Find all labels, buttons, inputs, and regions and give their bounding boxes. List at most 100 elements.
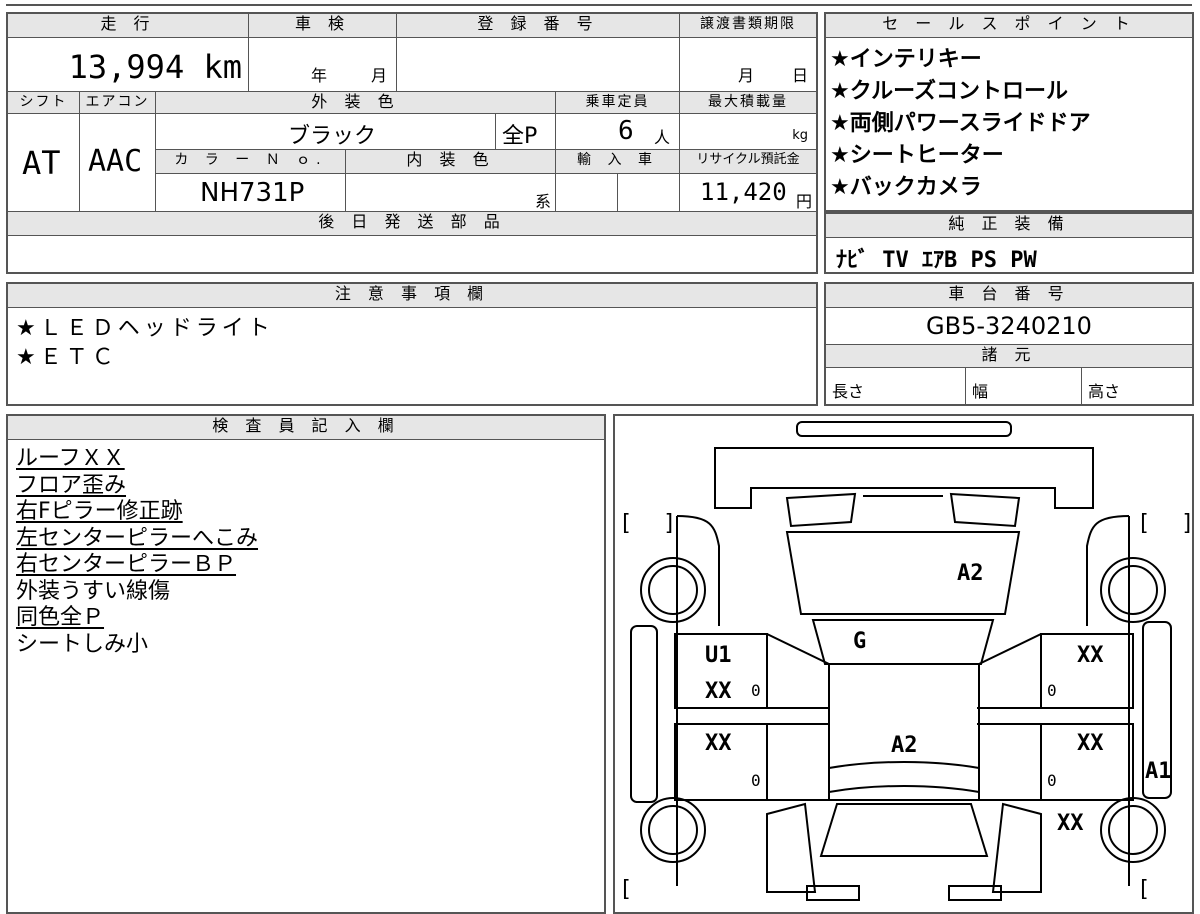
sales-point: ★バックカメラ: [830, 175, 982, 200]
bracket-fr-close: ]: [1181, 511, 1192, 536]
ext-color-header: 外 装 色: [156, 92, 556, 114]
mark-windshield: G: [853, 629, 866, 654]
note-line: ★ＥＴＣ: [16, 345, 118, 370]
wheel-rear-left-inner: [648, 805, 698, 855]
paint-value: 全P: [502, 124, 538, 149]
color-no-cell: NH731P: [156, 174, 346, 212]
shift-header: シフト: [8, 92, 80, 114]
rear-quarter-left: [766, 802, 817, 893]
mileage-cell: 13,994 km: [8, 38, 249, 92]
spec-height-cell: 高さ: [1082, 368, 1192, 404]
transfer-cell: 月 日: [680, 38, 816, 92]
recycle-unit: 円: [795, 192, 812, 211]
wheel-front-right: [1100, 557, 1166, 623]
wheel-front-left: [640, 557, 706, 623]
maxload-unit: kg: [792, 128, 808, 143]
top-strip: [6, 0, 1192, 6]
inspector-line: 右センターピラーＢＰ: [16, 552, 237, 577]
ac-header: エアコン: [80, 92, 156, 114]
spec-width-label: 幅: [972, 382, 989, 401]
bracket-fr-open: [: [1137, 511, 1150, 536]
inspector-panel: 検 査 員 記 入 欄 ルーフＸＸ フロア歪み 右Fピラー修正跡 左センターピラ…: [6, 414, 606, 914]
mark-left-rear-door: XX: [705, 731, 732, 756]
front-bumper: [714, 447, 1094, 509]
rear-window: [819, 803, 989, 857]
right-door-frame: [978, 633, 1042, 801]
paint-cell: 全P: [496, 114, 556, 150]
inspector-line: シートしみ小: [16, 631, 149, 657]
recycle-header: リサイクル預託金: [680, 150, 816, 174]
notes-list: ★ＬＥＤヘッドライト ★ＥＴＣ: [16, 314, 274, 372]
wheel-front-right-inner: [1108, 565, 1158, 615]
inspector-line: 外装うすい線傷: [16, 578, 171, 604]
left-door-sill: [675, 707, 829, 725]
spec-length-label: 長さ: [832, 382, 865, 401]
sales-point: ★両側パワースライドドア: [830, 111, 1091, 136]
import-cell-a: [556, 174, 618, 212]
mark-right-rear-quarter: XX: [1057, 811, 1084, 836]
specs-header: 諸 元: [826, 344, 1192, 368]
headlight-left: [785, 492, 857, 528]
shift-cell: AT: [8, 114, 80, 212]
registration-cell: [397, 38, 680, 92]
mark-right-rear-door: XX: [1077, 731, 1104, 756]
maxload-header: 最大積載量: [680, 92, 816, 114]
roof: [828, 663, 980, 801]
right-door-sill: [977, 707, 1133, 725]
capacity-value: 6: [618, 116, 634, 146]
notes-header: 注 意 事 項 欄: [8, 284, 816, 308]
inspector-lines: ルーフＸＸ フロア歪み 右Fピラー修正跡 左センターピラーへこみ 右センターピラ…: [16, 446, 258, 658]
shift-value: AT: [22, 144, 61, 182]
inspector-line: 同色全Ｐ: [16, 605, 105, 630]
capacity-cell: 6 人: [556, 114, 680, 150]
mileage-header: 走 行: [8, 14, 249, 38]
chassis-header: 車 台 番 号: [826, 284, 1192, 308]
ext-color-value: ブラック: [288, 124, 377, 149]
wheel-rear-left: [640, 797, 706, 863]
roof-rear-curve-1: [828, 761, 980, 769]
equipment-header: 純 正 装 備: [826, 214, 1192, 238]
maxload-cell: kg: [680, 114, 816, 150]
inspector-line: ルーフＸＸ: [16, 446, 125, 471]
chassis-value: GB5-3240210: [926, 312, 1092, 340]
mark-right-side-panel: A1: [1145, 759, 1172, 784]
sales-point: ★シートヒーター: [830, 143, 1004, 168]
mark-zero-c: 0: [1047, 681, 1057, 700]
chassis-panel: 車 台 番 号 GB5-3240210 諸 元 長さ 幅 高さ: [824, 282, 1194, 406]
int-color-header: 内 装 色: [346, 150, 556, 174]
hood: [785, 531, 1021, 615]
wheel-front-left-inner: [648, 565, 698, 615]
rear-quarter-right: [991, 802, 1042, 893]
spec-height-label: 高さ: [1088, 382, 1121, 401]
damage-diagram-panel: [ ] [ ] [ [ A2 G A2 U1 XX XX XX XX XX A1…: [613, 414, 1194, 914]
mark-zero-b: 0: [751, 771, 761, 790]
ext-color-cell: ブラック: [156, 114, 496, 150]
inspector-line: フロア歪み: [16, 472, 127, 498]
mark-right-front-door: XX: [1077, 643, 1104, 668]
bracket-fl-close: ]: [663, 511, 676, 536]
inspector-line: 右Fピラー修正跡: [16, 499, 183, 524]
mark-roof: A2: [891, 733, 918, 758]
shaken-month: 月: [371, 66, 388, 85]
int-color-cell: 系: [346, 174, 556, 212]
sales-point: ★クルーズコントロール: [830, 79, 1068, 104]
recycle-value: 11,420: [700, 178, 787, 206]
mark-left-front-door: U1: [705, 643, 732, 668]
bracket-rr-open: [: [1137, 877, 1150, 902]
mileage-value: 13,994 km: [68, 48, 242, 86]
transfer-day: 日: [792, 66, 809, 85]
inspector-line: 左センターピラーへこみ: [16, 525, 259, 551]
shaken-cell: 年 月: [249, 38, 397, 92]
spec-width-cell: 幅: [966, 368, 1082, 404]
left-door-frame: [766, 633, 830, 801]
equipment-value: ﾅﾋﾞ TV ｴｱB PS PW: [836, 248, 1037, 273]
mark-zero-a: 0: [751, 681, 761, 700]
left-side-strip: [630, 625, 658, 803]
mark-left-front-door-2: XX: [705, 679, 732, 704]
front-bumper-tip: [796, 421, 1012, 437]
note-line: ★ＬＥＤヘッドライト: [16, 316, 274, 341]
shaken-year: 年: [311, 66, 328, 85]
roof-rear-curve-2: [828, 785, 980, 793]
vehicle-info-table: 走 行 車 検 登 録 番 号 譲渡書類期限 13,994 km 年 月 月 日…: [6, 12, 818, 274]
import-header: 輸 入 車: [556, 150, 680, 174]
